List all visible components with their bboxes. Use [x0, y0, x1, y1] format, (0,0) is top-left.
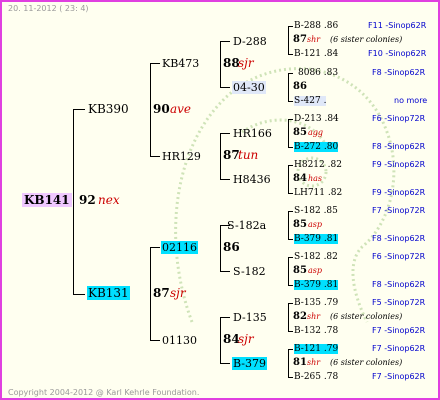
- gen4-entry[interactable]: S-182 .85: [294, 206, 338, 216]
- sire-id[interactable]: KB390: [88, 102, 129, 116]
- gen4-entry[interactable]: B-121 .79: [294, 344, 339, 354]
- gen4-line: F9 -Sinop62R: [372, 160, 426, 169]
- gen4-line: no more: [394, 96, 428, 105]
- dam-id[interactable]: KB131: [87, 286, 130, 300]
- root-queen-id[interactable]: KB141: [22, 193, 72, 207]
- gen4-line: F6 -Sinop72R: [372, 252, 426, 261]
- gen3-breeder: shr: [307, 358, 321, 367]
- gen3-breeder: shr: [307, 312, 321, 321]
- gen3-node[interactable]: B-379: [232, 357, 267, 370]
- gen4-entry[interactable]: B-132 .78: [294, 326, 338, 336]
- gen3-year: 86: [293, 81, 307, 92]
- dam-breeder: sjr: [170, 286, 186, 300]
- gen4-entry[interactable]: B-379 .81: [294, 234, 339, 244]
- sire-year: 90: [153, 102, 170, 116]
- gen3-note: (6 sister colonies): [330, 35, 403, 44]
- sire-breeder: ave: [170, 102, 192, 116]
- gen4-entry[interactable]: B-135 .79: [294, 298, 338, 308]
- gen3-node[interactable]: D-135: [233, 311, 267, 324]
- gen2-breeder: sjr: [238, 56, 254, 70]
- gen4-line: F8 -Sinop62R: [372, 234, 426, 243]
- gen3-breeder: has: [308, 174, 323, 183]
- gen4-entry[interactable]: B-288 .86: [294, 21, 338, 31]
- gen3-breeder: asp: [308, 220, 322, 229]
- gen4-entry[interactable]: S-427 .: [294, 96, 327, 106]
- gen2-breeder: sjr: [238, 332, 254, 346]
- gen3-year: 85: [293, 127, 307, 138]
- gen4-entry[interactable]: 8086 .83: [298, 68, 338, 78]
- gen4-entry[interactable]: LH711 .82: [294, 188, 342, 198]
- gen2-year: 86: [223, 240, 240, 254]
- gen4-entry[interactable]: B-379 .81: [294, 280, 339, 290]
- gen4-line: F6 -Sinop72R: [372, 114, 426, 123]
- gen3-year: 81: [293, 357, 307, 368]
- gen2-node[interactable]: HR129: [162, 150, 201, 163]
- gen3-node[interactable]: S-182a: [227, 219, 266, 232]
- gen3-year: 85: [293, 265, 307, 276]
- gen3-year: 84: [293, 173, 307, 184]
- pedigree-frame: 20. 11-2012 ( 23: 4) KB141 92 nex KB390 …: [0, 0, 440, 400]
- gen4-line: F9 -Sinop62R: [372, 188, 426, 197]
- gen3-breeder: asp: [308, 266, 322, 275]
- gen3-node[interactable]: 04-30: [232, 81, 266, 94]
- gen3-node[interactable]: S-182: [233, 265, 266, 278]
- gen4-entry[interactable]: D-213 .84: [294, 114, 339, 124]
- gen3-note: (6 sister colonies): [330, 312, 403, 321]
- header-date: 20. 11-2012 ( 23: 4): [8, 4, 89, 13]
- gen4-entry[interactable]: H8212 .82: [294, 160, 342, 170]
- gen4-line: F5 -Sinop72R: [372, 298, 426, 307]
- gen2-breeder: tun: [238, 148, 259, 162]
- gen3-breeder: agg: [308, 128, 324, 137]
- gen3-breeder: shr: [307, 35, 321, 44]
- gen4-line: F7 -Sinop72R: [372, 206, 426, 215]
- gen4-line: F8 -Sinop62R: [372, 142, 426, 151]
- gen4-line: F8 -Sinop62R: [372, 280, 426, 289]
- gen4-entry[interactable]: B-272 .80: [294, 142, 339, 152]
- footer-copyright: Copyright 2004-2012 @ Karl Kehrle Founda…: [8, 388, 200, 397]
- root-breeder: nex: [98, 193, 120, 207]
- gen4-entry[interactable]: B-265 .78: [294, 372, 338, 382]
- gen4-line: F10 -Sinop62R: [368, 49, 427, 58]
- dam-year: 87: [153, 286, 170, 300]
- gen3-year: 85: [293, 219, 307, 230]
- gen4-entry[interactable]: S-182 .82: [294, 252, 338, 262]
- gen4-line: F7 -Sinop62R: [372, 372, 426, 381]
- gen4-entry[interactable]: B-121 .84: [294, 49, 338, 59]
- gen3-node[interactable]: H8436: [233, 173, 271, 186]
- gen4-line: F7 -Sinop62R: [372, 326, 426, 335]
- gen3-year: 82: [293, 311, 307, 322]
- gen4-line: F8 -Sinop62R: [372, 68, 426, 77]
- gen4-line: F7 -Sinop62R: [372, 344, 426, 353]
- root-year: 92: [79, 193, 96, 207]
- gen2-node[interactable]: KB473: [162, 57, 199, 70]
- gen4-line: F11 -Sinop62R: [368, 21, 427, 30]
- gen2-node[interactable]: 02116: [161, 241, 198, 254]
- gen3-year: 87: [293, 34, 307, 45]
- gen3-node[interactable]: D-288: [233, 35, 267, 48]
- gen2-node[interactable]: 01130: [162, 334, 197, 347]
- gen3-node[interactable]: HR166: [233, 127, 272, 140]
- gen3-note: (6 sister colonies): [330, 358, 403, 367]
